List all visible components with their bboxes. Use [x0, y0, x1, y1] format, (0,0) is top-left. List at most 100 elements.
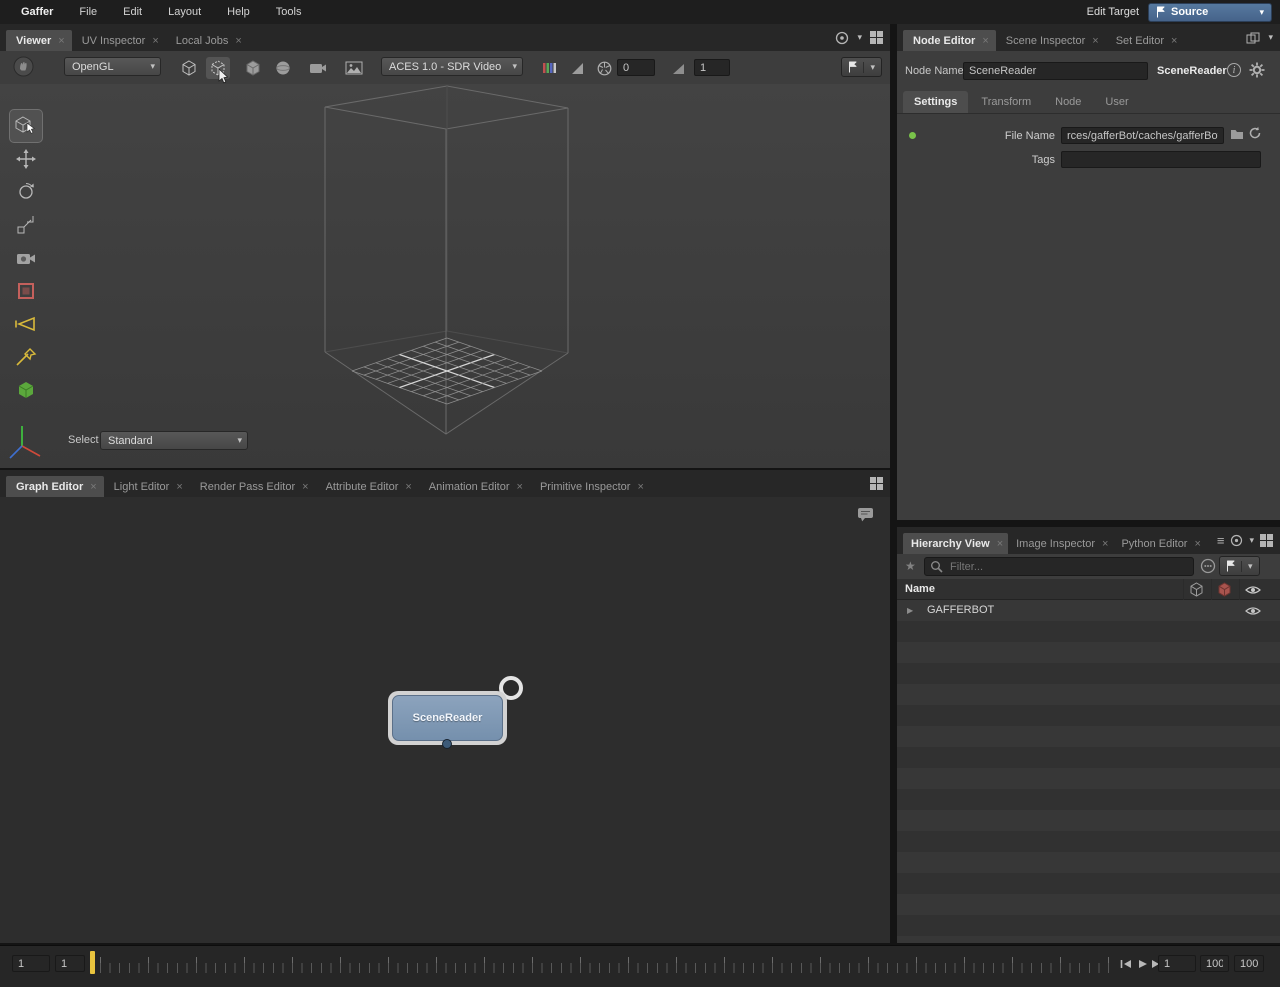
renderer-dropdown[interactable]: OpenGL ▾ [64, 57, 161, 76]
file-name-input[interactable] [1061, 127, 1224, 144]
layout-grid-icon[interactable] [1260, 534, 1273, 547]
viewer-focus-menu-button[interactable]: ▾ [841, 57, 882, 77]
scene-reader-node[interactable]: SceneReader [388, 691, 507, 745]
tab-attribute-editor[interactable]: Attribute Editor × [316, 476, 419, 497]
close-icon[interactable]: × [1092, 35, 1098, 47]
rotate-tool-button[interactable] [10, 176, 42, 208]
tab-graph-editor[interactable]: Graph Editor × [6, 476, 104, 497]
gamma-input[interactable] [694, 59, 730, 76]
play-button[interactable] [1135, 958, 1150, 970]
skip-to-start-button[interactable] [1118, 958, 1133, 970]
wireframe-cube-icon[interactable] [177, 57, 201, 79]
tab-light-editor[interactable]: Light Editor × [104, 476, 190, 497]
end-frame-field[interactable] [1234, 955, 1264, 972]
selection-tool-button[interactable] [10, 110, 42, 142]
scale-tool-button[interactable] [10, 209, 42, 241]
chevron-down-icon[interactable]: ▾ [1268, 32, 1273, 43]
info-icon[interactable]: i [1227, 63, 1241, 77]
close-icon[interactable]: × [1194, 538, 1200, 550]
tab-local-jobs[interactable]: Local Jobs × [166, 30, 249, 51]
menu-gaffer[interactable]: Gaffer [8, 6, 66, 18]
menu-layout[interactable]: Layout [155, 6, 214, 18]
timeline-start-field[interactable] [12, 955, 50, 972]
search-scope-icon[interactable] [1200, 558, 1216, 574]
refresh-icon[interactable] [1248, 126, 1262, 140]
shaded-cube-icon[interactable] [241, 57, 265, 79]
image-output-icon[interactable] [342, 57, 366, 79]
focus-target-icon[interactable] [835, 31, 849, 45]
timeline-ruler-minor-ticks[interactable] [100, 963, 1114, 973]
current-frame-marker[interactable] [90, 951, 95, 974]
hierarchy-focus-menu-button[interactable]: ▾ [1219, 556, 1260, 576]
visibility-eye-column-icon[interactable] [1245, 585, 1261, 595]
close-icon[interactable]: × [235, 35, 241, 47]
camera-tool-button[interactable] [10, 242, 42, 274]
current-frame-field[interactable] [1158, 955, 1196, 972]
exposure-aperture-icon[interactable] [592, 57, 616, 79]
tab-python-editor[interactable]: Python Editor × [1113, 533, 1205, 554]
tags-input[interactable] [1061, 151, 1261, 168]
display-transform-dropdown[interactable]: ACES 1.0 - SDR Video ▾ [381, 57, 523, 76]
range-end-field[interactable] [1200, 955, 1229, 972]
translate-tool-button[interactable] [10, 143, 42, 175]
table-row[interactable]: ▶ GAFFERBOT [897, 600, 1280, 621]
visibility-eye-icon[interactable] [1245, 606, 1261, 616]
menu-edit[interactable]: Edit [110, 6, 155, 18]
geometry-tool-button[interactable] [10, 374, 42, 406]
close-icon[interactable]: × [152, 35, 158, 47]
close-icon[interactable]: × [517, 481, 523, 493]
close-icon[interactable]: × [58, 35, 64, 47]
section-tab-settings[interactable]: Settings [903, 91, 969, 113]
close-icon[interactable]: × [405, 481, 411, 493]
layout-grid-icon[interactable] [870, 477, 883, 490]
select-mode-dropdown[interactable]: Standard ▾ [100, 431, 248, 450]
tab-render-pass-editor[interactable]: Render Pass Editor × [190, 476, 316, 497]
tab-animation-editor[interactable]: Animation Editor × [419, 476, 530, 497]
render-cube-column-icon[interactable] [1217, 582, 1232, 597]
tab-primitive-inspector[interactable]: Primitive Inspector × [530, 476, 651, 497]
tab-scene-inspector[interactable]: Scene Inspector × [996, 30, 1106, 51]
close-icon[interactable]: × [1102, 538, 1108, 550]
node-name-input[interactable] [963, 62, 1148, 80]
menu-help[interactable]: Help [214, 6, 263, 18]
bookmark-star-icon[interactable]: ★ [905, 559, 916, 573]
gamma-ramp-icon[interactable] [666, 57, 690, 79]
section-tab-transform[interactable]: Transform [970, 91, 1042, 113]
folder-browse-icon[interactable] [1230, 128, 1244, 140]
look-through-tool-button[interactable] [10, 341, 42, 373]
camera-icon[interactable] [306, 57, 330, 79]
panel-detach-icon[interactable] [1246, 32, 1260, 44]
scene-cube-column-icon[interactable] [1189, 582, 1204, 597]
layout-grid-icon[interactable] [870, 31, 883, 44]
menu-tools[interactable]: Tools [263, 6, 315, 18]
camera-control-icon[interactable] [12, 55, 35, 78]
tab-uv-inspector[interactable]: UV Inspector × [72, 30, 166, 51]
clipping-triangle-icon[interactable] [565, 57, 589, 79]
menu-file[interactable]: File [66, 6, 110, 18]
tab-viewer[interactable]: Viewer × [6, 30, 72, 51]
section-tab-node[interactable]: Node [1044, 91, 1092, 113]
tab-image-inspector[interactable]: Image Inspector × [1008, 533, 1113, 554]
rgb-channels-icon[interactable] [538, 57, 562, 79]
focus-target-icon[interactable] [1230, 534, 1243, 547]
filter-search-box[interactable] [924, 557, 1194, 576]
close-icon[interactable]: × [997, 538, 1003, 550]
shaded-sphere-icon[interactable] [271, 57, 295, 79]
tab-set-editor[interactable]: Set Editor × [1106, 30, 1185, 51]
timeline-increment-field[interactable] [55, 955, 85, 972]
close-icon[interactable]: × [1171, 35, 1177, 47]
tab-hierarchy-view[interactable]: Hierarchy View × [903, 533, 1009, 554]
annotation-icon[interactable] [857, 506, 874, 523]
light-tool-button[interactable] [10, 308, 42, 340]
chevron-down-icon[interactable]: ▾ [857, 32, 862, 43]
filter-input[interactable] [948, 559, 1188, 574]
exposure-input[interactable] [617, 59, 655, 76]
close-icon[interactable]: × [982, 35, 988, 47]
close-icon[interactable]: × [90, 481, 96, 493]
section-tab-user[interactable]: User [1094, 91, 1139, 113]
expander-icon[interactable]: ▶ [907, 606, 913, 615]
close-icon[interactable]: × [302, 481, 308, 493]
close-icon[interactable]: × [176, 481, 182, 493]
tab-node-editor[interactable]: Node Editor × [903, 30, 996, 51]
gear-icon[interactable] [1249, 62, 1265, 78]
